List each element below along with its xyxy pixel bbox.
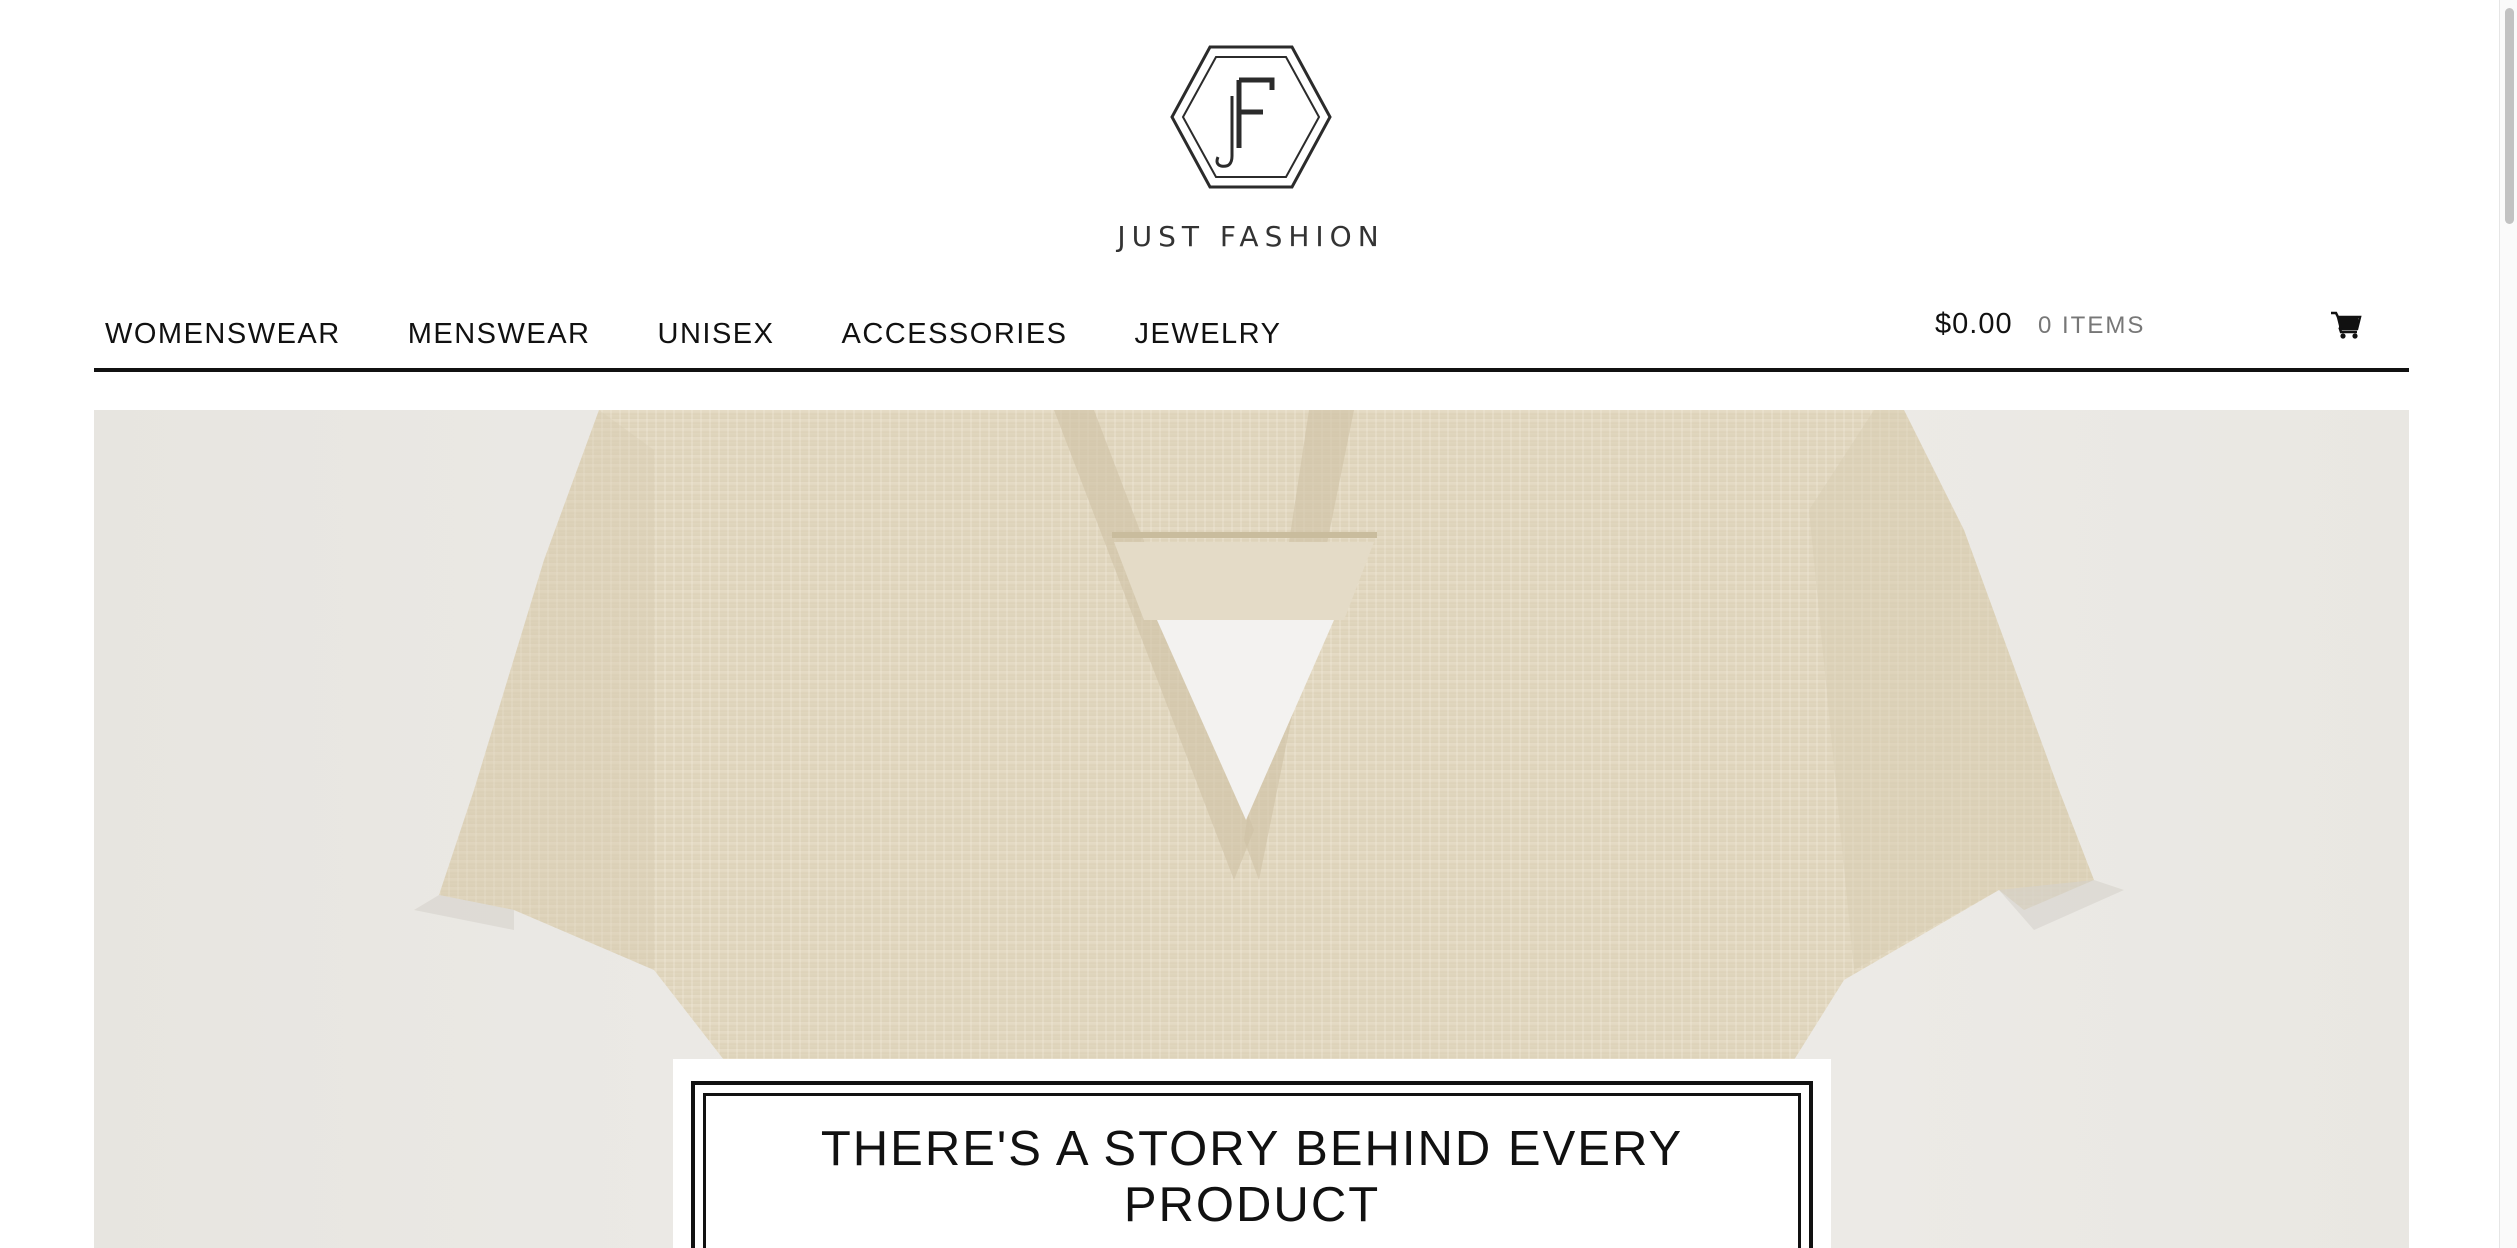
nav-item-accessories[interactable]: ACCESSORIES [842, 318, 1068, 351]
shopping-cart-icon[interactable] [2330, 310, 2362, 340]
page-scrollbar[interactable] [2499, 0, 2517, 1248]
story-callout: THERE'S A STORY BEHIND EVERY PRODUCT [673, 1059, 1831, 1248]
hero-headline: THERE'S A STORY BEHIND EVERY PRODUCT [820, 1122, 1684, 1232]
cart-total[interactable]: $0.00 [1935, 308, 2013, 341]
nav-item-jewelry[interactable]: JEWELRY [1135, 318, 1282, 351]
nav-item-womenswear[interactable]: WOMENSWEAR [105, 318, 341, 351]
main-navigation: WOMENSWEAR MENSWEAR UNISEX ACCESSORIES J… [94, 300, 2409, 372]
brand-monogram-icon [1170, 45, 1332, 189]
cart-item-count[interactable]: 0 ITEMS [2038, 312, 2145, 340]
brand-name: JUST FASHION [1117, 220, 1385, 253]
nav-item-unisex[interactable]: UNISEX [658, 318, 775, 351]
page: JUST FASHION WOMENSWEAR MENSWEAR UNISEX … [0, 0, 2517, 1248]
nav-item-menswear[interactable]: MENSWEAR [408, 318, 591, 351]
nav-menu: WOMENSWEAR MENSWEAR UNISEX ACCESSORIES J… [105, 318, 1348, 351]
scrollbar-thumb[interactable] [2505, 8, 2514, 224]
